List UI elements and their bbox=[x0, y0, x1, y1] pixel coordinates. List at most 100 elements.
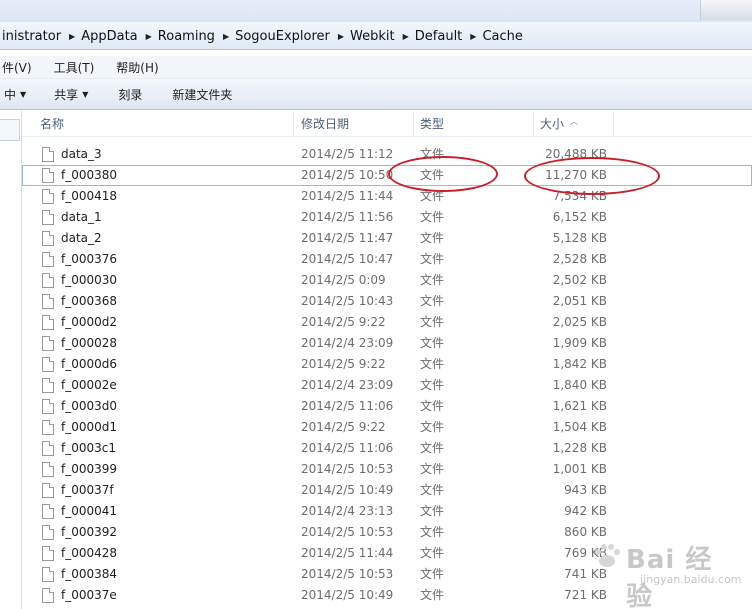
annotation-ellipse-size bbox=[524, 157, 660, 195]
file-row[interactable]: f_000028 2014/2/4 23:09 文件 1,909 KB bbox=[22, 333, 752, 354]
file-name: f_0000d2 bbox=[61, 315, 118, 329]
file-icon bbox=[42, 168, 54, 183]
file-date: 2014/2/5 9:22 bbox=[301, 357, 386, 371]
file-row[interactable]: f_00037f 2014/2/5 10:49 文件 943 KB bbox=[22, 480, 752, 501]
file-date: 2014/2/4 23:13 bbox=[301, 504, 394, 518]
file-date: 2014/2/5 10:53 bbox=[301, 462, 394, 476]
file-row[interactable]: f_000030 2014/2/5 0:09 文件 2,502 KB bbox=[22, 270, 752, 291]
file-row[interactable]: data_2 2014/2/5 11:47 文件 5,128 KB bbox=[22, 228, 752, 249]
file-date: 2014/2/5 11:44 bbox=[301, 189, 394, 203]
file-row[interactable]: f_0003c1 2014/2/5 11:06 文件 1,228 KB bbox=[22, 438, 752, 459]
breadcrumb-arrow-icon[interactable]: ▶ bbox=[65, 32, 79, 41]
menu-item[interactable]: 件(V) bbox=[0, 59, 38, 76]
breadcrumb-arrow-icon[interactable]: ▶ bbox=[466, 32, 480, 41]
file-size: 1,228 KB bbox=[552, 441, 607, 455]
file-size: 1,001 KB bbox=[552, 462, 607, 476]
file-icon bbox=[42, 504, 54, 519]
file-row[interactable]: data_3 2014/2/5 11:12 文件 20,488 KB bbox=[22, 144, 752, 165]
file-row[interactable]: f_0000d6 2014/2/5 9:22 文件 1,842 KB bbox=[22, 354, 752, 375]
breadcrumb-item[interactable]: Default bbox=[413, 29, 467, 44]
breadcrumb-arrow-icon[interactable]: ▶ bbox=[399, 32, 413, 41]
toolbar-button[interactable]: 刻录 bbox=[108, 86, 152, 103]
file-date: 2014/2/5 9:22 bbox=[301, 420, 386, 434]
paw-logo-icon bbox=[595, 544, 620, 567]
file-row[interactable]: f_00002e 2014/2/4 23:09 文件 1,840 KB bbox=[22, 375, 752, 396]
file-icon bbox=[42, 315, 54, 330]
navigation-pane[interactable] bbox=[0, 111, 22, 609]
file-icon bbox=[42, 231, 54, 246]
file-row[interactable]: f_000368 2014/2/5 10:43 文件 2,051 KB bbox=[22, 291, 752, 312]
file-date: 2014/2/5 0:09 bbox=[301, 273, 386, 287]
file-date: 2014/2/5 9:22 bbox=[301, 315, 386, 329]
file-row[interactable]: f_000041 2014/2/4 23:13 文件 942 KB bbox=[22, 501, 752, 522]
file-row[interactable]: f_000376 2014/2/5 10:47 文件 2,528 KB bbox=[22, 249, 752, 270]
breadcrumb-arrow-icon[interactable]: ▶ bbox=[334, 32, 348, 41]
window-title-strip bbox=[0, 0, 752, 22]
address-bar[interactable]: inistrator ▶ AppData ▶ Roaming ▶ SogouExplorer… bbox=[0, 22, 752, 50]
menu-item[interactable]: 工具(T) bbox=[48, 59, 101, 76]
file-date: 2014/2/5 11:56 bbox=[301, 210, 394, 224]
toolbar-button[interactable]: 中 ▼ bbox=[0, 86, 36, 103]
file-date: 2014/2/5 10:53 bbox=[301, 567, 394, 581]
file-name: f_000399 bbox=[61, 462, 118, 476]
file-name: f_000376 bbox=[61, 252, 118, 266]
file-row[interactable]: data_1 2014/2/5 11:56 文件 6,152 KB bbox=[22, 207, 752, 228]
file-icon bbox=[42, 420, 54, 435]
file-name: f_000380 bbox=[61, 168, 118, 182]
file-row[interactable]: f_000418 2014/2/5 11:44 文件 7,534 KB bbox=[22, 186, 752, 207]
breadcrumb: inistrator ▶ AppData ▶ Roaming ▶ SogouExplorer… bbox=[0, 24, 752, 48]
file-name: f_000384 bbox=[61, 567, 118, 581]
file-name: f_000030 bbox=[61, 273, 118, 287]
file-size: 6,152 KB bbox=[552, 210, 607, 224]
breadcrumb-item[interactable]: inistrator bbox=[0, 29, 65, 44]
breadcrumb-item[interactable]: Roaming bbox=[156, 29, 219, 44]
file-icon bbox=[42, 441, 54, 456]
breadcrumb-arrow-icon[interactable]: ▶ bbox=[219, 32, 233, 41]
file-icon bbox=[42, 210, 54, 225]
nav-selected-item[interactable] bbox=[0, 119, 20, 141]
breadcrumb-item[interactable]: Webkit bbox=[348, 29, 399, 44]
file-icon bbox=[42, 462, 54, 477]
file-icon bbox=[42, 336, 54, 351]
menu-item[interactable]: 帮助(H) bbox=[110, 59, 164, 76]
file-row[interactable]: f_0003d0 2014/2/5 11:06 文件 1,621 KB bbox=[22, 396, 752, 417]
file-icon bbox=[42, 399, 54, 414]
toolbar-button-label: 新建文件夹 bbox=[172, 87, 233, 102]
file-row[interactable]: f_0000d2 2014/2/5 9:22 文件 2,025 KB bbox=[22, 312, 752, 333]
file-name: f_0000d6 bbox=[61, 357, 118, 371]
file-date: 2014/2/5 11:06 bbox=[301, 399, 394, 413]
file-type: 文件 bbox=[420, 483, 445, 497]
file-size: 942 KB bbox=[564, 504, 607, 518]
file-date: 2014/2/5 10:49 bbox=[301, 483, 394, 497]
file-name: f_0000d1 bbox=[61, 420, 118, 434]
file-date: 2014/2/5 10:53 bbox=[301, 525, 394, 539]
file-name: f_000392 bbox=[61, 525, 118, 539]
file-date: 2014/2/5 10:47 bbox=[301, 252, 394, 266]
file-name: data_1 bbox=[61, 210, 102, 224]
column-header-type[interactable]: 类型 bbox=[414, 111, 534, 137]
column-header-date[interactable]: 修改日期 bbox=[295, 111, 414, 137]
window-controls[interactable] bbox=[700, 0, 752, 20]
toolbar-button[interactable]: 共享 ▼ bbox=[44, 86, 98, 103]
toolbar-button[interactable]: 新建文件夹 bbox=[162, 86, 242, 103]
file-size: 1,909 KB bbox=[552, 336, 607, 350]
file-row[interactable]: f_0000d1 2014/2/5 9:22 文件 1,504 KB bbox=[22, 417, 752, 438]
file-type: 文件 bbox=[420, 420, 445, 434]
column-header-size[interactable]: ︿ 大小 bbox=[534, 111, 614, 137]
file-name: f_000428 bbox=[61, 546, 118, 560]
breadcrumb-item[interactable]: AppData bbox=[79, 29, 141, 44]
file-date: 2014/2/4 23:09 bbox=[301, 378, 394, 392]
file-size: 1,621 KB bbox=[552, 399, 607, 413]
breadcrumb-arrow-icon[interactable]: ▶ bbox=[142, 32, 156, 41]
toolbar-button-label: 共享 bbox=[54, 87, 79, 102]
file-type: 文件 bbox=[420, 504, 445, 518]
file-type: 文件 bbox=[420, 588, 445, 602]
file-row[interactable]: f_000399 2014/2/5 10:53 文件 1,001 KB bbox=[22, 459, 752, 480]
breadcrumb-item[interactable]: Cache bbox=[480, 29, 526, 44]
column-header-name-label: 名称 bbox=[40, 117, 65, 131]
file-size: 1,840 KB bbox=[552, 378, 607, 392]
column-header-name[interactable]: 名称 bbox=[34, 111, 294, 137]
file-size: 5,128 KB bbox=[552, 231, 607, 245]
breadcrumb-item[interactable]: SogouExplorer bbox=[233, 29, 334, 44]
file-type: 文件 bbox=[420, 315, 445, 329]
